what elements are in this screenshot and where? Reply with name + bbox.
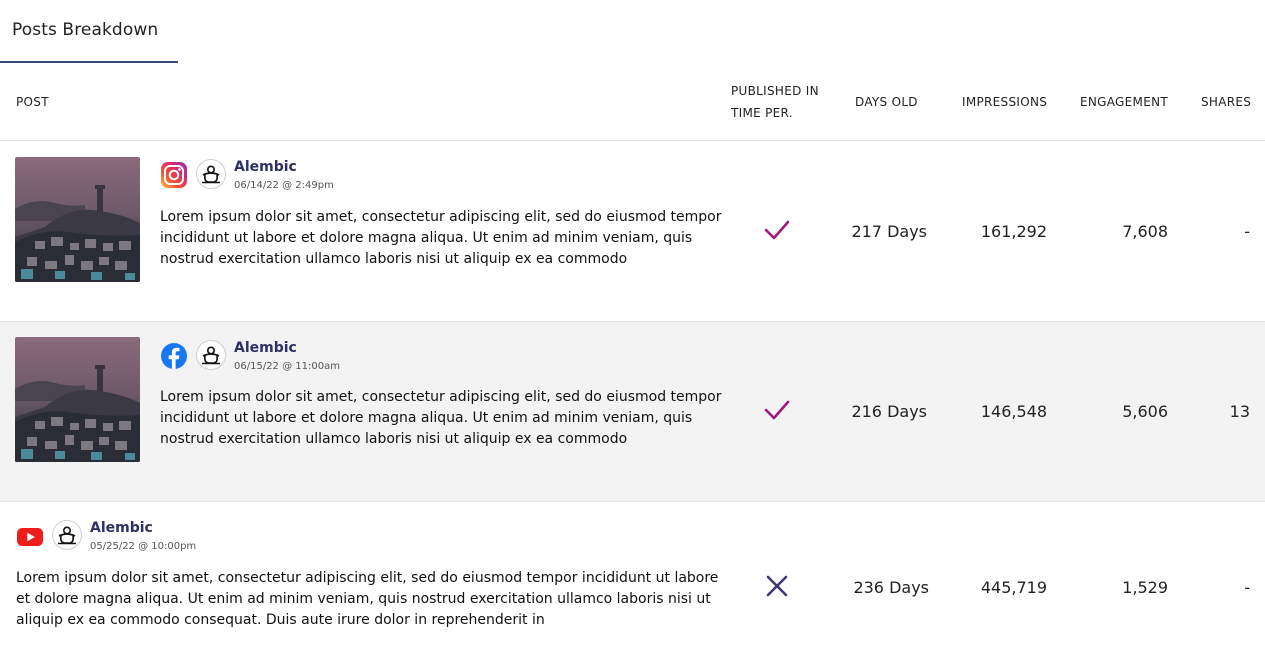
impressions-value: 161,292 (980, 222, 1047, 241)
brand-name[interactable]: Alembic (234, 340, 297, 356)
engagement-value: 7,608 (1122, 222, 1168, 241)
post-date: 06/14/22 @ 2:49pm (234, 180, 334, 191)
column-header-post[interactable]: POST (16, 91, 49, 113)
column-header-published-line2: TIME PER. (731, 106, 793, 120)
tab-bar: Posts Breakdown (0, 0, 1265, 64)
days-old-value: 217 Days (851, 222, 927, 241)
brand-name[interactable]: Alembic (234, 159, 297, 175)
brand-name[interactable]: Alembic (90, 520, 153, 536)
facebook-icon (160, 342, 188, 370)
post-thumbnail[interactable] (15, 157, 140, 282)
engagement-value: 5,606 (1122, 402, 1168, 421)
youtube-icon (16, 523, 44, 551)
check-icon (764, 217, 790, 243)
days-old-value: 236 Days (853, 578, 929, 597)
post-thumbnail[interactable] (15, 337, 140, 462)
post-text: Lorem ipsum dolor sit amet, consectetur … (16, 570, 719, 628)
days-old-value: 216 Days (851, 402, 927, 421)
impressions-value: 146,548 (980, 402, 1047, 421)
engagement-value: 1,529 (1122, 578, 1168, 597)
tab-label: Posts Breakdown (12, 20, 159, 40)
alembic-logo-icon (196, 340, 226, 370)
table-row[interactable]: Alembic 06/15/22 @ 11:00am Lorem ipsum d… (0, 322, 1265, 502)
shares-value: - (1244, 578, 1250, 597)
column-header-days-old[interactable]: DAYS OLD (855, 91, 918, 113)
column-header-engagement[interactable]: ENGAGEMENT (1080, 91, 1168, 113)
table-header: POST PUBLISHED IN TIME PER. DAYS OLD IMP… (0, 64, 1265, 141)
alembic-logo-icon (196, 159, 226, 189)
table-row[interactable]: Alembic 06/14/22 @ 2:49pm Lorem ipsum do… (0, 142, 1265, 322)
post-text: Lorem ipsum dolor sit amet, consectetur … (160, 389, 722, 447)
post-date: 06/15/22 @ 11:00am (234, 361, 340, 372)
shares-value: - (1244, 222, 1250, 241)
active-tab-indicator (0, 61, 178, 63)
table-row[interactable]: Alembic 05/25/22 @ 10:00pm Lorem ipsum d… (0, 502, 1265, 670)
alembic-logo-icon (52, 520, 82, 550)
column-header-published-in-time[interactable]: PUBLISHED IN TIME PER. (731, 80, 841, 124)
instagram-icon (160, 161, 188, 189)
impressions-value: 445,719 (980, 578, 1047, 597)
column-header-published-line1: PUBLISHED IN (731, 84, 819, 98)
x-icon (764, 573, 790, 599)
check-icon (764, 397, 790, 423)
shares-value: 13 (1229, 402, 1250, 421)
post-date: 05/25/22 @ 10:00pm (90, 541, 197, 552)
column-header-impressions[interactable]: IMPRESSIONS (962, 91, 1047, 113)
post-text: Lorem ipsum dolor sit amet, consectetur … (160, 209, 722, 267)
column-header-shares[interactable]: SHARES (1201, 91, 1251, 113)
tab-posts-breakdown[interactable]: Posts Breakdown (0, 0, 178, 64)
